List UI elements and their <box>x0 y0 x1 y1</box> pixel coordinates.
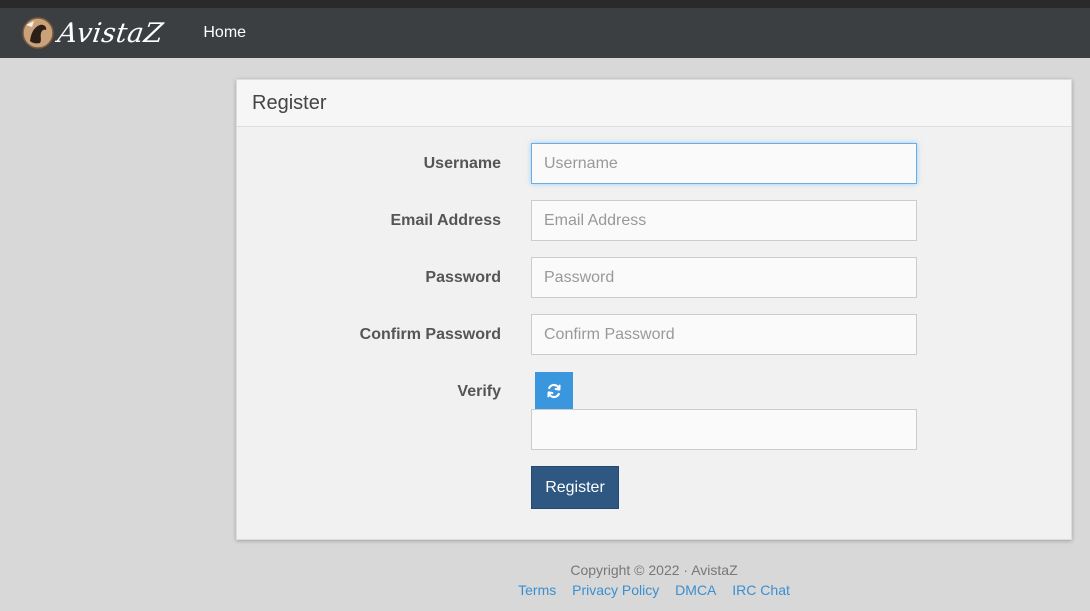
page-footer: Copyright © 2022 · AvistaZ Terms Privacy… <box>236 560 1072 600</box>
captcha-refresh-button[interactable] <box>535 372 573 410</box>
copyright-text: Copyright © 2022 · AvistaZ <box>570 562 738 578</box>
window-top-strip <box>0 0 1090 8</box>
register-button[interactable]: Register <box>531 466 619 509</box>
brand-logo-icon <box>22 17 54 49</box>
footer-link-terms[interactable]: Terms <box>518 582 556 598</box>
password-label: Password <box>425 269 501 286</box>
brand-name: AvistaZ <box>55 17 166 49</box>
refresh-icon <box>547 383 561 399</box>
confirm-password-input[interactable] <box>531 314 917 355</box>
username-label: Username <box>423 155 501 172</box>
footer-links: Terms Privacy Policy DMCA IRC Chat <box>236 580 1072 600</box>
panel-heading: Register <box>237 80 1071 127</box>
username-input[interactable] <box>531 143 917 184</box>
page-title: Register <box>252 91 327 114</box>
confirm-password-label: Confirm Password <box>359 326 501 343</box>
register-panel: Register Username Email Address Password… <box>236 79 1072 540</box>
verify-label: Verify <box>457 383 501 400</box>
footer-link-irc-chat[interactable]: IRC Chat <box>732 582 790 598</box>
brand-logo-link[interactable]: AvistaZ <box>20 8 166 58</box>
password-input[interactable] <box>531 257 917 298</box>
email-label: Email Address <box>390 212 501 229</box>
nav-home-link[interactable]: Home <box>203 24 246 42</box>
captcha-input[interactable] <box>531 409 917 450</box>
footer-link-privacy-policy[interactable]: Privacy Policy <box>572 582 659 598</box>
top-navbar: AvistaZ Home <box>0 8 1090 58</box>
email-input[interactable] <box>531 200 917 241</box>
footer-link-dmca[interactable]: DMCA <box>675 582 716 598</box>
